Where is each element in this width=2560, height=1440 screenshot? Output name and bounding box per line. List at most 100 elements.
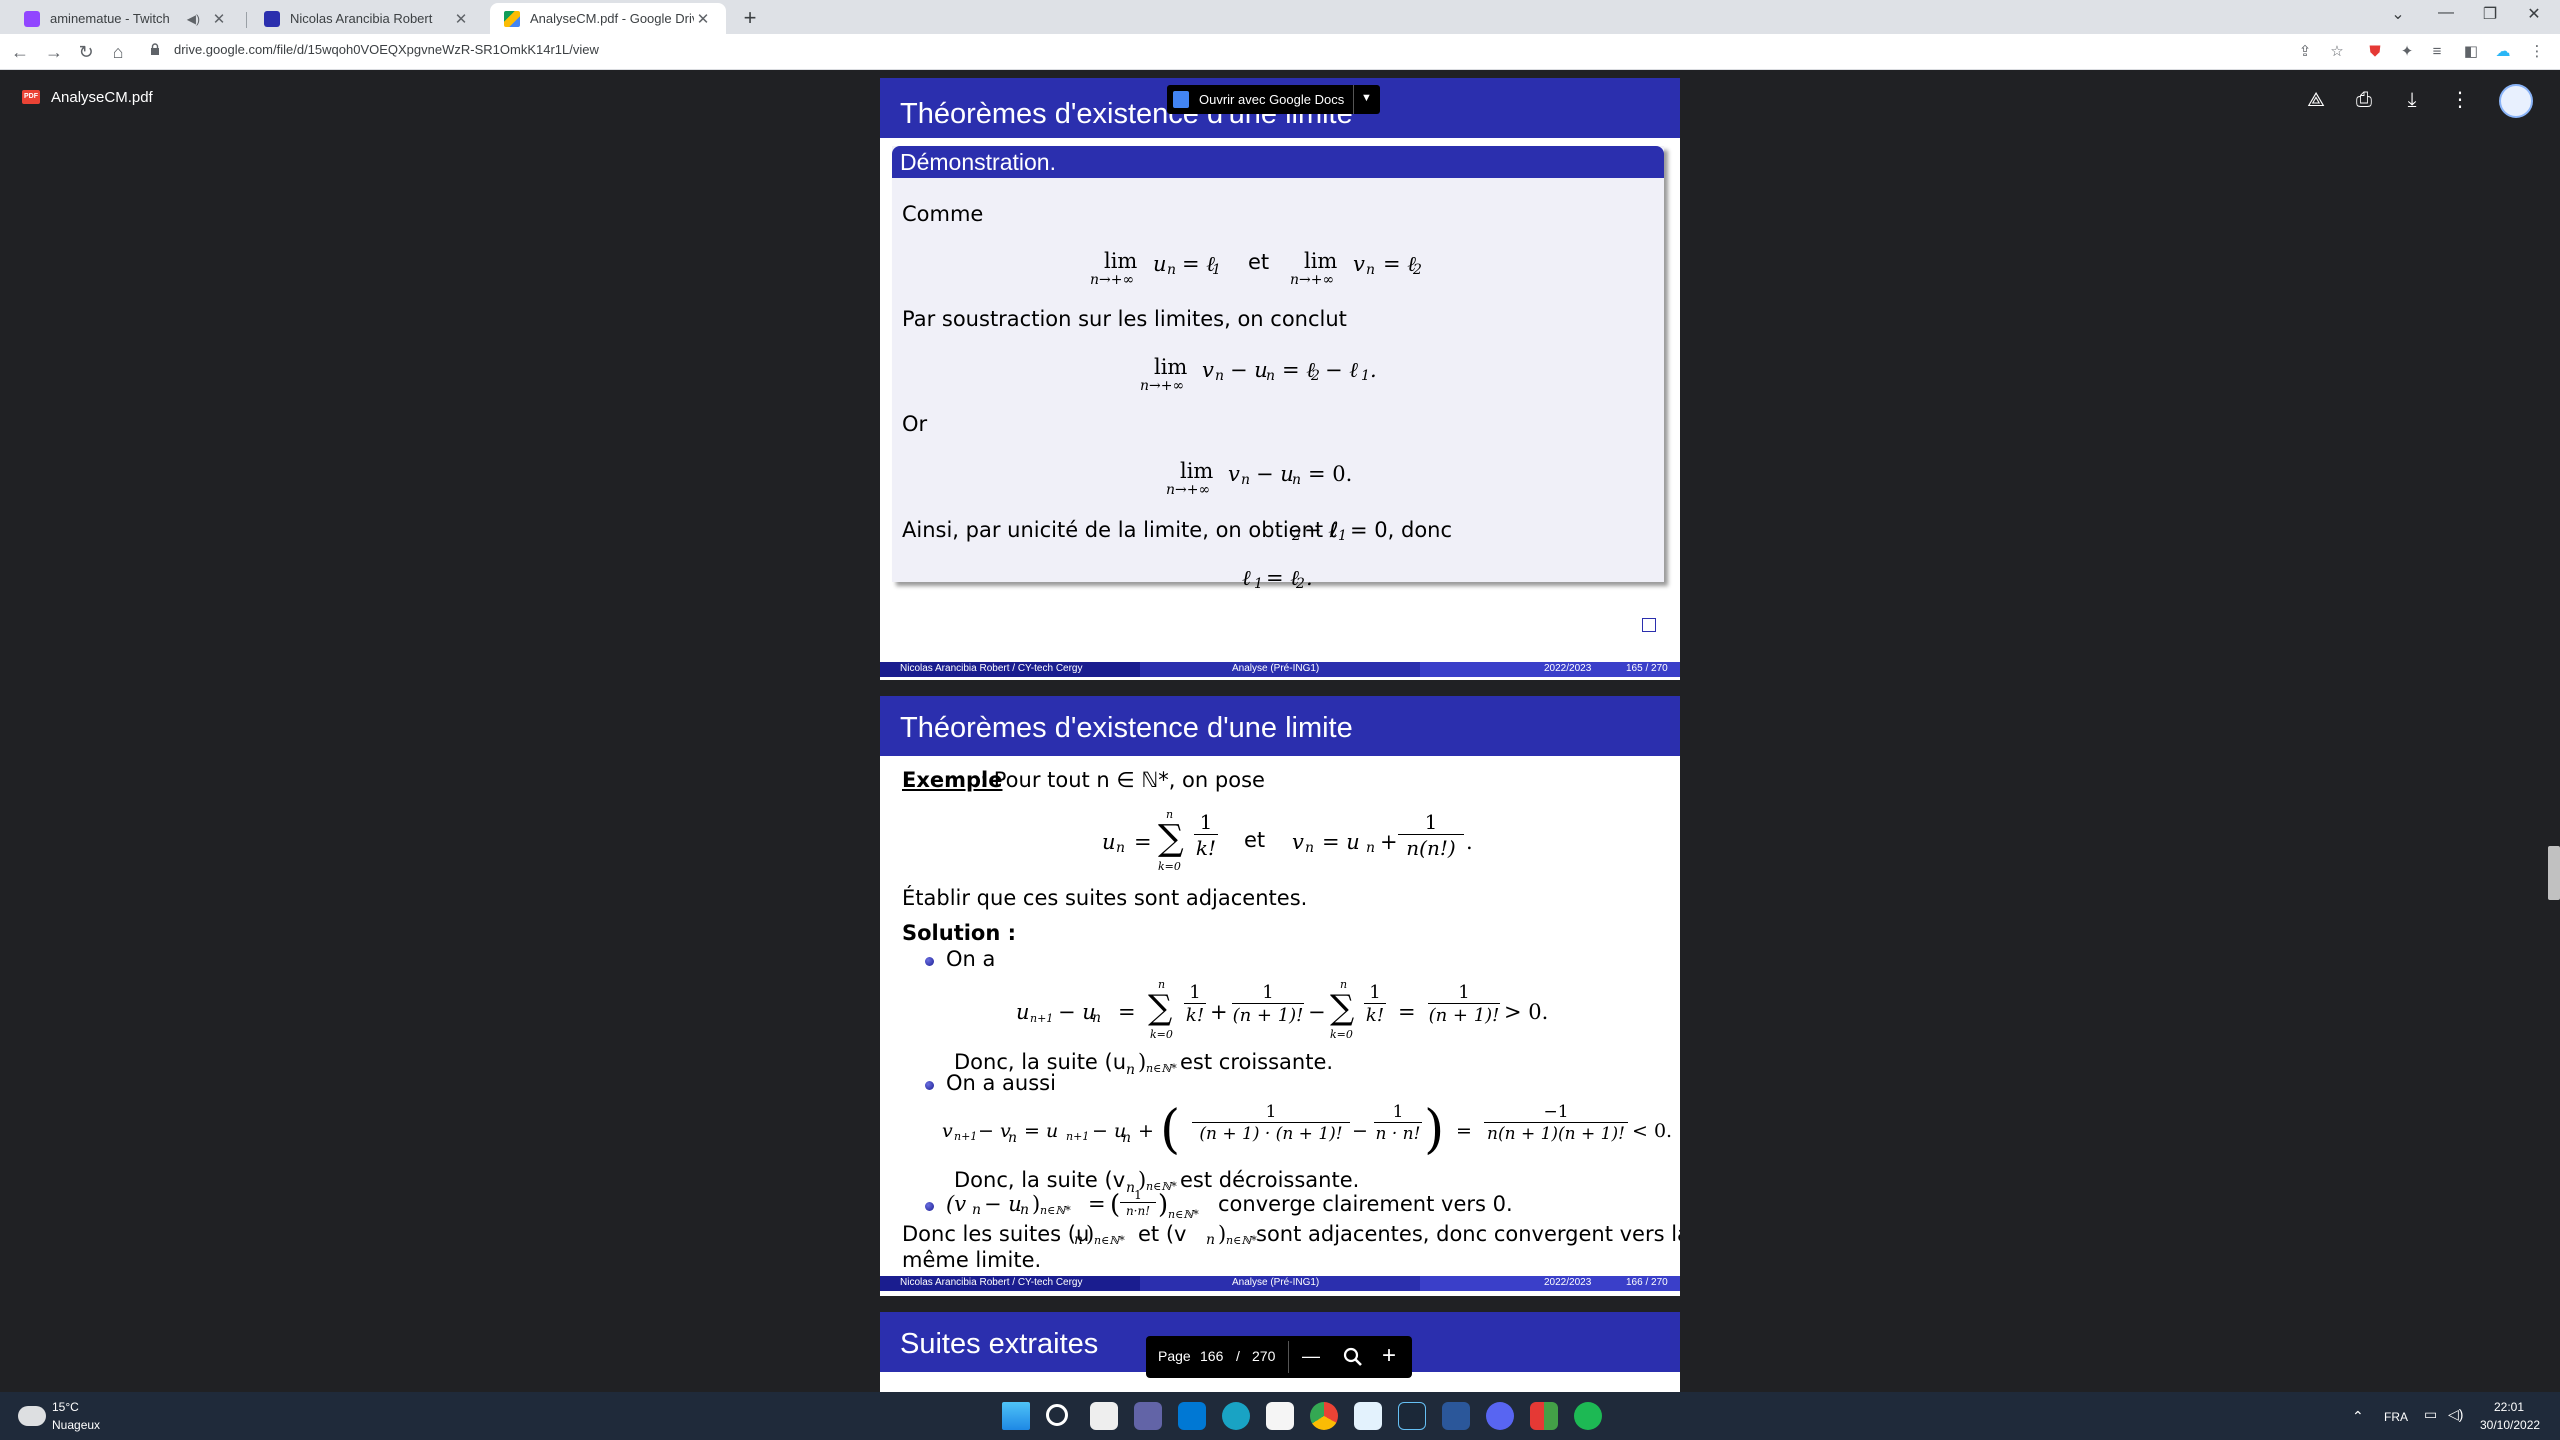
math-dot: . (1306, 566, 1313, 590)
print-icon[interactable]: ⎙ (2350, 86, 2378, 114)
zoom-out-button[interactable]: — (1302, 1346, 1320, 1367)
math-sub: n (1116, 840, 1126, 856)
math-sub: n (1206, 1232, 1216, 1248)
math-sub: n (1292, 472, 1302, 488)
close-icon[interactable]: ✕ (694, 10, 712, 28)
math-sub: n+1 (954, 1130, 978, 1143)
share-icon[interactable]: ⇪ (2296, 43, 2314, 61)
math-minus: − (1308, 1000, 1326, 1024)
chrome-icon[interactable] (1310, 1402, 1338, 1430)
tab-title: aminematue - Twitch (50, 11, 170, 26)
tab-nicolas[interactable]: Nicolas Arancibia Robert ✕ (250, 3, 484, 34)
steam-icon[interactable] (1398, 1402, 1426, 1430)
clock-time[interactable]: 22:01 (2494, 1400, 2524, 1414)
divider (1353, 85, 1354, 114)
mail-icon[interactable] (1178, 1402, 1206, 1430)
store-icon[interactable] (1266, 1402, 1294, 1430)
sum-symbol: ∑ (1148, 988, 1173, 1028)
network-icon[interactable]: ▭ (2424, 1406, 2437, 1423)
tab-search-icon[interactable]: ⌄ (2378, 4, 2418, 24)
math-vn-un: (v (946, 1192, 967, 1216)
reading-list-icon[interactable]: ≡ (2428, 43, 2446, 61)
restore-button[interactable]: ❐ (2470, 4, 2510, 24)
add-to-drive-icon[interactable]: ⟁ (2302, 86, 2330, 114)
weather-temp[interactable]: 15°C (52, 1400, 79, 1414)
shield-icon[interactable]: ⛊ (2366, 43, 2384, 61)
edge-icon[interactable] (1222, 1402, 1250, 1430)
speaker-icon[interactable]: ◀) (187, 12, 200, 26)
math-eq: = (1134, 830, 1152, 854)
clock-date[interactable]: 30/10/2022 (2480, 1418, 2540, 1432)
avatar[interactable] (2499, 84, 2533, 118)
math-plus: + (1210, 1000, 1228, 1024)
close-icon[interactable]: ✕ (210, 10, 228, 28)
teams-icon[interactable] (1134, 1402, 1162, 1430)
footer-author: Nicolas Arancibia Robert / CY-tech Cergy (900, 663, 1083, 674)
download-icon[interactable]: ⤓ (2398, 86, 2426, 114)
close-icon[interactable]: ✕ (452, 10, 470, 28)
reload-icon[interactable]: ↻ (74, 40, 98, 64)
task-view-icon[interactable] (1090, 1402, 1118, 1430)
word-icon[interactable] (1442, 1402, 1470, 1430)
chevron-down-icon[interactable]: ▼ (1361, 92, 1372, 104)
unknown-app-icon[interactable] (1354, 1402, 1382, 1430)
open-with-google-docs-button[interactable]: Ouvrir avec Google Docs ▼ (1167, 85, 1380, 114)
croissante-text: est croissante. (1180, 1050, 1334, 1074)
language-indicator[interactable]: FRA (2384, 1410, 2408, 1424)
math-sub: n (1167, 262, 1177, 278)
math-sub: n (1366, 840, 1376, 856)
scrollbar-thumb[interactable] (2548, 846, 2560, 900)
math-minus: − (1352, 1120, 1368, 1142)
back-icon[interactable]: ← (8, 40, 32, 64)
math-lim: lim (1154, 355, 1188, 379)
more-options-icon[interactable]: ⋮ (2446, 86, 2474, 114)
search-icon[interactable] (1046, 1404, 1068, 1426)
zoom-icon[interactable] (1342, 1346, 1364, 1368)
converge-text: converge clairement vers 0. (1218, 1192, 1513, 1216)
denominator: (n + 1) · (n + 1)! (1192, 1122, 1350, 1144)
conclusion-text: Donc les suites (u (902, 1222, 1090, 1246)
lock-icon[interactable] (150, 43, 160, 55)
math-sub: 1 (1361, 368, 1370, 384)
zoom-in-button[interactable]: + (1382, 1342, 1396, 1370)
weather-desc[interactable]: Nuageux (52, 1418, 100, 1432)
fraction-1-nnfact-small: 1 n·n! (1120, 1188, 1156, 1218)
profile-icon[interactable]: ☁ (2494, 43, 2512, 61)
cloud-icon[interactable] (18, 1406, 46, 1426)
windows-start-icon[interactable] (1002, 1402, 1030, 1430)
side-panel-icon[interactable]: ◧ (2462, 43, 2480, 61)
forward-icon[interactable]: → (42, 40, 66, 64)
numerator: 1 (1262, 982, 1274, 1003)
minimize-button[interactable]: — (2426, 4, 2466, 22)
denominator: k! (1364, 1003, 1386, 1026)
tab-twitch[interactable]: aminematue - Twitch ◀) ✕ (10, 3, 242, 34)
sum-symbol: ∑ (1330, 988, 1355, 1028)
volume-icon[interactable]: ◁) (2448, 1406, 2463, 1423)
qed-square-icon (1642, 618, 1656, 632)
close-window-button[interactable]: ✕ (2514, 4, 2554, 24)
star-icon[interactable]: ☆ (2328, 43, 2346, 61)
new-tab-button[interactable]: + (736, 5, 764, 31)
home-icon[interactable]: ⌂ (106, 40, 130, 64)
math-sub: n (1126, 1062, 1136, 1078)
menu-icon[interactable]: ⋮ (2528, 43, 2546, 61)
footer-year: 2022/2023 (1544, 1277, 1592, 1288)
address-bar[interactable]: drive.google.com/file/d/15wqoh0VOEQXpgvn… (174, 42, 599, 57)
math-sub: 2 (1413, 262, 1422, 278)
page-number-input[interactable]: 166 (1200, 1348, 1223, 1364)
math-dot: . (1370, 358, 1377, 382)
app-icon[interactable] (1530, 1402, 1558, 1430)
tab-drive[interactable]: AnalyseCM.pdf - Google Drive ✕ (490, 3, 726, 34)
spotify-icon[interactable] (1574, 1402, 1602, 1430)
pdf-icon: PDF (22, 90, 40, 104)
discord-icon[interactable] (1486, 1402, 1514, 1430)
math-sub: n (1266, 368, 1276, 384)
fraction-den-c: −1 n(n + 1)(n + 1)! (1484, 1102, 1628, 1144)
bullet-2-text: On a aussi (946, 1071, 1056, 1095)
math-plus: + (1380, 830, 1398, 854)
chevron-up-icon[interactable]: ⌃ (2352, 1408, 2364, 1425)
conclusion-line-2: même limite. (902, 1248, 1042, 1272)
file-name: AnalyseCM.pdf (51, 89, 153, 106)
extensions-icon[interactable]: ✦ (2398, 43, 2416, 61)
paren-right: ) (1158, 1190, 1169, 1220)
